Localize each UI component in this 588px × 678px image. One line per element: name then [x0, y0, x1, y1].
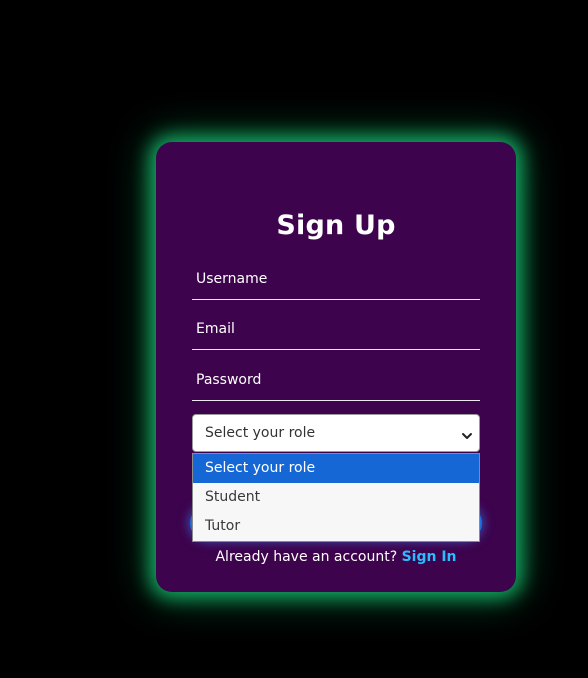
role-option-tutor[interactable]: Tutor: [193, 512, 479, 541]
page: Sign Up Username Email Password Select y…: [0, 0, 588, 678]
email-field[interactable]: Email: [192, 315, 480, 350]
password-label: Password: [196, 372, 262, 388]
sign-in-link[interactable]: Sign In: [402, 549, 457, 565]
email-label: Email: [196, 321, 235, 337]
role-option-student[interactable]: Student: [193, 483, 479, 512]
signin-prompt-text: Already have an account?: [215, 549, 398, 565]
role-select-value: Select your role: [205, 425, 316, 441]
role-option-placeholder[interactable]: Select your role: [193, 454, 479, 483]
username-field[interactable]: Username: [192, 265, 480, 300]
page-title: Sign Up: [276, 210, 396, 241]
password-field[interactable]: Password: [192, 366, 480, 401]
role-dropdown: Select your role Student Tutor: [192, 453, 480, 542]
username-label: Username: [196, 271, 268, 287]
chevron-down-icon: [461, 427, 473, 439]
role-select[interactable]: Select your role: [192, 414, 480, 452]
signin-prompt: Already have an account? Sign In: [156, 549, 516, 565]
signup-card: Sign Up Username Email Password Select y…: [156, 142, 516, 592]
